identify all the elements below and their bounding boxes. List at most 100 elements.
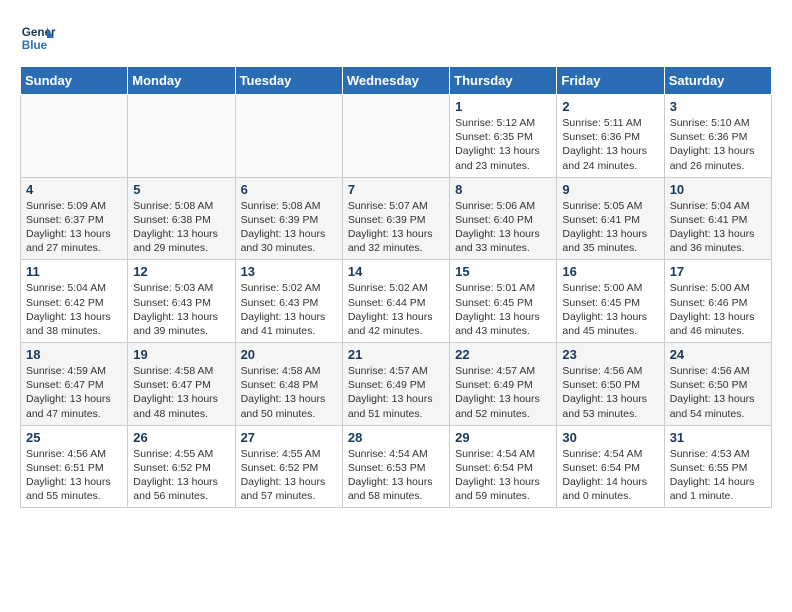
logo-icon: General Blue <box>20 20 56 56</box>
cell-info: Daylight: 13 hours and 35 minutes. <box>562 227 658 255</box>
cell-info: Daylight: 13 hours and 30 minutes. <box>241 227 337 255</box>
day-number: 9 <box>562 182 658 197</box>
cell-info: Daylight: 13 hours and 55 minutes. <box>26 475 122 503</box>
day-number: 3 <box>670 99 766 114</box>
calendar-week-row: 1Sunrise: 5:12 AMSunset: 6:35 PMDaylight… <box>21 95 772 178</box>
calendar-cell: 15Sunrise: 5:01 AMSunset: 6:45 PMDayligh… <box>450 260 557 343</box>
cell-info: Sunrise: 5:12 AM <box>455 116 551 130</box>
cell-info: Sunset: 6:50 PM <box>670 378 766 392</box>
calendar-cell: 20Sunrise: 4:58 AMSunset: 6:48 PMDayligh… <box>235 343 342 426</box>
calendar-cell: 4Sunrise: 5:09 AMSunset: 6:37 PMDaylight… <box>21 177 128 260</box>
cell-info: Daylight: 14 hours and 0 minutes. <box>562 475 658 503</box>
calendar-cell: 12Sunrise: 5:03 AMSunset: 6:43 PMDayligh… <box>128 260 235 343</box>
calendar-table: SundayMondayTuesdayWednesdayThursdayFrid… <box>20 66 772 508</box>
cell-info: Sunrise: 5:05 AM <box>562 199 658 213</box>
cell-info: Sunset: 6:36 PM <box>670 130 766 144</box>
calendar-cell: 30Sunrise: 4:54 AMSunset: 6:54 PMDayligh… <box>557 425 664 508</box>
cell-info: Daylight: 13 hours and 36 minutes. <box>670 227 766 255</box>
calendar-cell: 23Sunrise: 4:56 AMSunset: 6:50 PMDayligh… <box>557 343 664 426</box>
day-number: 27 <box>241 430 337 445</box>
cell-info: Daylight: 13 hours and 50 minutes. <box>241 392 337 420</box>
calendar-cell: 5Sunrise: 5:08 AMSunset: 6:38 PMDaylight… <box>128 177 235 260</box>
calendar-week-row: 25Sunrise: 4:56 AMSunset: 6:51 PMDayligh… <box>21 425 772 508</box>
day-number: 14 <box>348 264 444 279</box>
day-number: 18 <box>26 347 122 362</box>
weekday-header-row: SundayMondayTuesdayWednesdayThursdayFrid… <box>21 67 772 95</box>
weekday-header-sunday: Sunday <box>21 67 128 95</box>
cell-info: Sunrise: 4:54 AM <box>455 447 551 461</box>
calendar-cell: 13Sunrise: 5:02 AMSunset: 6:43 PMDayligh… <box>235 260 342 343</box>
cell-info: Sunrise: 4:57 AM <box>455 364 551 378</box>
calendar-week-row: 18Sunrise: 4:59 AMSunset: 6:47 PMDayligh… <box>21 343 772 426</box>
calendar-cell: 24Sunrise: 4:56 AMSunset: 6:50 PMDayligh… <box>664 343 771 426</box>
cell-info: Sunset: 6:49 PM <box>455 378 551 392</box>
cell-info: Sunrise: 5:02 AM <box>348 281 444 295</box>
cell-info: Sunset: 6:51 PM <box>26 461 122 475</box>
cell-info: Daylight: 13 hours and 53 minutes. <box>562 392 658 420</box>
day-number: 26 <box>133 430 229 445</box>
cell-info: Daylight: 13 hours and 27 minutes. <box>26 227 122 255</box>
cell-info: Sunset: 6:52 PM <box>241 461 337 475</box>
day-number: 7 <box>348 182 444 197</box>
calendar-cell: 3Sunrise: 5:10 AMSunset: 6:36 PMDaylight… <box>664 95 771 178</box>
calendar-cell <box>235 95 342 178</box>
cell-info: Sunset: 6:39 PM <box>241 213 337 227</box>
cell-info: Sunrise: 4:53 AM <box>670 447 766 461</box>
cell-info: Sunset: 6:53 PM <box>348 461 444 475</box>
day-number: 25 <box>26 430 122 445</box>
cell-info: Daylight: 13 hours and 33 minutes. <box>455 227 551 255</box>
calendar-cell: 10Sunrise: 5:04 AMSunset: 6:41 PMDayligh… <box>664 177 771 260</box>
weekday-header-wednesday: Wednesday <box>342 67 449 95</box>
calendar-cell: 8Sunrise: 5:06 AMSunset: 6:40 PMDaylight… <box>450 177 557 260</box>
day-number: 31 <box>670 430 766 445</box>
cell-info: Daylight: 13 hours and 56 minutes. <box>133 475 229 503</box>
day-number: 20 <box>241 347 337 362</box>
calendar-cell: 18Sunrise: 4:59 AMSunset: 6:47 PMDayligh… <box>21 343 128 426</box>
day-number: 17 <box>670 264 766 279</box>
cell-info: Daylight: 13 hours and 58 minutes. <box>348 475 444 503</box>
cell-info: Sunrise: 5:04 AM <box>26 281 122 295</box>
cell-info: Daylight: 13 hours and 45 minutes. <box>562 310 658 338</box>
cell-info: Sunrise: 4:56 AM <box>670 364 766 378</box>
day-number: 16 <box>562 264 658 279</box>
day-number: 19 <box>133 347 229 362</box>
cell-info: Daylight: 13 hours and 26 minutes. <box>670 144 766 172</box>
calendar-cell: 16 Sunrise: 5:00 AMSunset: 6:45 PMDayligh… <box>557 260 664 343</box>
cell-info: Sunset: 6:43 PM <box>133 296 229 310</box>
day-number: 28 <box>348 430 444 445</box>
calendar-cell: 27Sunrise: 4:55 AMSunset: 6:52 PMDayligh… <box>235 425 342 508</box>
cell-info: Sunset: 6:54 PM <box>562 461 658 475</box>
day-number: 24 <box>670 347 766 362</box>
calendar-cell: 31Sunrise: 4:53 AMSunset: 6:55 PMDayligh… <box>664 425 771 508</box>
day-number: 21 <box>348 347 444 362</box>
cell-info: Sunset: 6:40 PM <box>455 213 551 227</box>
calendar-cell: 26Sunrise: 4:55 AMSunset: 6:52 PMDayligh… <box>128 425 235 508</box>
cell-info: Daylight: 13 hours and 43 minutes. <box>455 310 551 338</box>
cell-info: Daylight: 13 hours and 38 minutes. <box>26 310 122 338</box>
cell-info: Sunset: 6:35 PM <box>455 130 551 144</box>
cell-info: Sunrise: 5:01 AM <box>455 281 551 295</box>
page-header: General Blue <box>20 20 772 56</box>
cell-info: Daylight: 13 hours and 59 minutes. <box>455 475 551 503</box>
day-number: 6 <box>241 182 337 197</box>
cell-info: Sunrise: 5:03 AM <box>133 281 229 295</box>
day-number: 4 <box>26 182 122 197</box>
cell-info: Daylight: 13 hours and 51 minutes. <box>348 392 444 420</box>
day-number: 10 <box>670 182 766 197</box>
cell-info: Sunrise: 5:00 AM <box>562 281 658 295</box>
cell-info: Sunrise: 5:11 AM <box>562 116 658 130</box>
calendar-cell: 22Sunrise: 4:57 AMSunset: 6:49 PMDayligh… <box>450 343 557 426</box>
cell-info: Sunset: 6:45 PM <box>562 296 658 310</box>
cell-info: Daylight: 13 hours and 48 minutes. <box>133 392 229 420</box>
cell-info: Sunset: 6:41 PM <box>670 213 766 227</box>
calendar-cell <box>21 95 128 178</box>
cell-info: Sunset: 6:37 PM <box>26 213 122 227</box>
calendar-cell: 25Sunrise: 4:56 AMSunset: 6:51 PMDayligh… <box>21 425 128 508</box>
calendar-cell: 28Sunrise: 4:54 AMSunset: 6:53 PMDayligh… <box>342 425 449 508</box>
cell-info: Daylight: 13 hours and 46 minutes. <box>670 310 766 338</box>
day-number: 23 <box>562 347 658 362</box>
day-number: 2 <box>562 99 658 114</box>
calendar-cell: 29Sunrise: 4:54 AMSunset: 6:54 PMDayligh… <box>450 425 557 508</box>
cell-info: Sunrise: 4:56 AM <box>562 364 658 378</box>
cell-info: Sunset: 6:47 PM <box>133 378 229 392</box>
